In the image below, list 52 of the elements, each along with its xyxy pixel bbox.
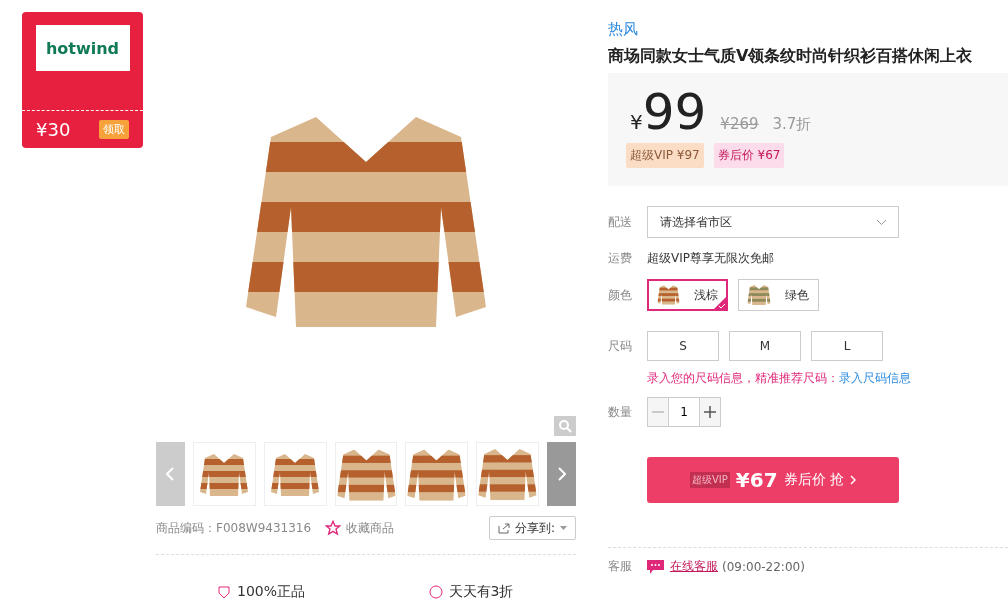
field-label: 配送 [608,213,633,231]
size-hint: 录入您的尺码信息，精准推荐尺码：录入尺码信息 [647,370,911,387]
sweater-icon [657,284,680,306]
color-option[interactable]: 绿色 [738,279,819,311]
thumbnail[interactable] [192,442,256,506]
chevron-down-icon [877,219,886,225]
product-title: 商场同款女士气质V领条纹时尚针织衫百搭休闲上衣 [608,46,974,67]
field-label: 客服 [608,558,633,575]
field-label: 运费 [608,250,633,267]
service-hours: (09:00-22:00) [722,559,805,574]
vip-price-tag: 超级VIP ¥97 [626,143,704,168]
caret-icon [560,526,567,530]
size-info-link[interactable]: 录入尺码信息 [839,371,911,385]
discount: 3.7折 [772,115,812,134]
thumbnail[interactable] [405,442,469,506]
coupon-amount: ¥30 [36,119,71,140]
region-select[interactable]: 请选择省市区 [647,206,899,238]
guarantee-text: 天天有3折 [448,583,514,601]
size-option[interactable]: L [811,331,883,361]
chevron-right-icon [850,475,856,485]
size-option[interactable]: S [647,331,719,361]
online-service-link[interactable]: 在线客服 [670,558,718,575]
chevron-right-icon [557,467,566,481]
chat-icon [647,559,664,574]
size-option[interactable]: M [729,331,801,361]
guarantee-text: 100%正品 [237,583,305,601]
plus-icon [704,406,716,418]
thumbnail[interactable] [334,442,398,506]
shipping-text: 超级VIP尊享无限次免邮 [647,250,774,267]
color-option[interactable]: 浅棕 [647,279,728,311]
thumbnail[interactable] [476,442,540,506]
chevron-left-icon [166,467,175,481]
field-label: 数量 [608,403,633,421]
original-price: ¥269 [720,115,759,133]
shield-icon [217,585,231,599]
sweater-icon [747,284,771,306]
brand-link[interactable]: 热风 [608,20,1008,39]
star-icon [325,520,342,536]
quantity-field[interactable]: 1 [669,397,699,427]
share-icon [497,522,510,534]
brand-logo: hotwind [35,25,130,71]
field-label: 颜色 [608,286,633,304]
plus-button[interactable] [699,397,721,427]
field-label: 尺码 [608,337,633,355]
thumbnail[interactable] [263,442,327,506]
product-code: 商品编码：F008W9431316 [156,519,312,537]
currency-sign: ¥ [630,110,643,134]
share-button[interactable]: 分享到: [488,516,576,540]
buy-button[interactable]: 超级VIP ¥67 券后价 抢 [647,457,899,503]
coupon-price-tag: 券后价 ¥67 [713,143,785,168]
favorite-link[interactable]: 收藏商品 [325,519,395,537]
price: 99 [642,87,707,137]
